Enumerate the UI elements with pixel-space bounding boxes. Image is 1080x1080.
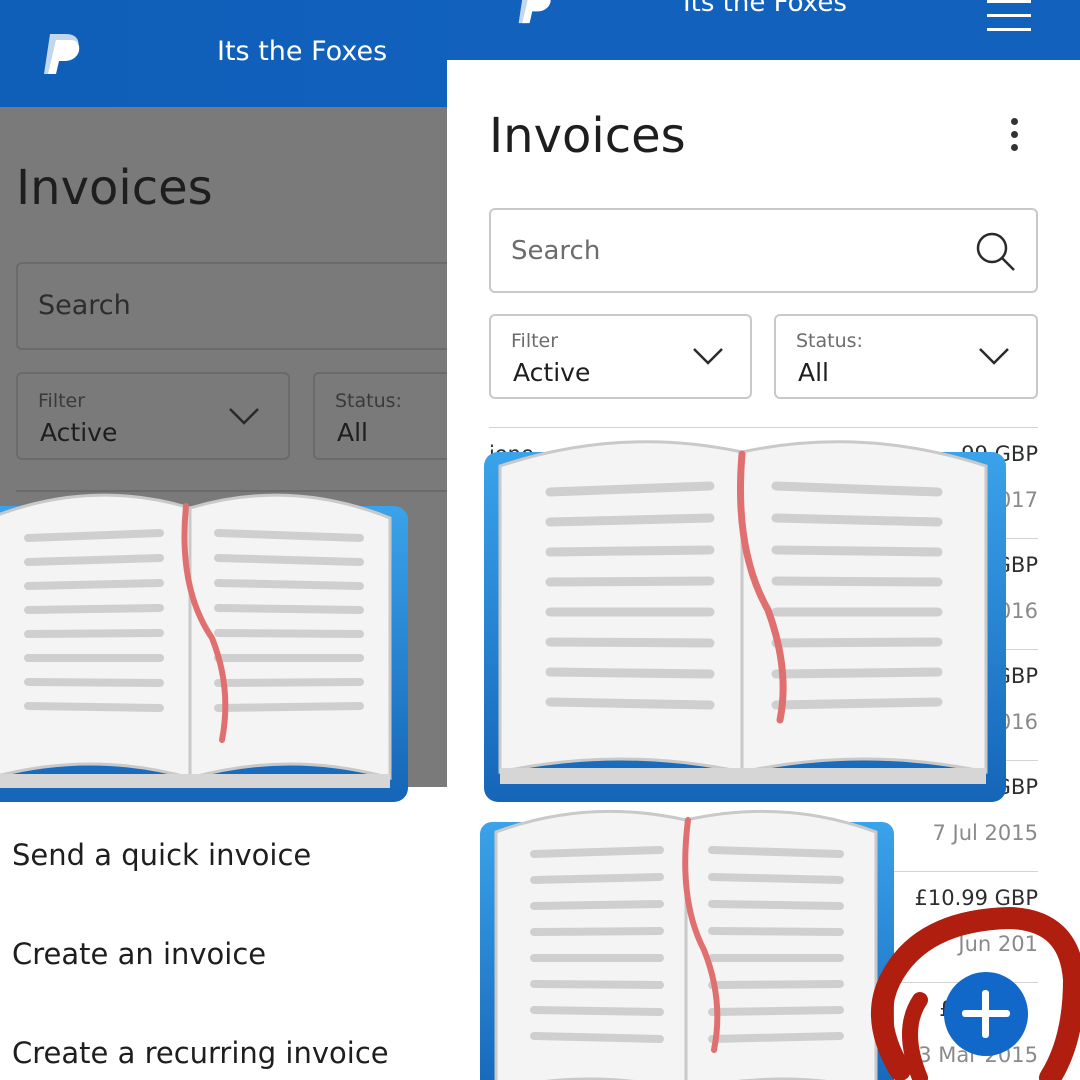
menu-item-recurring-invoice[interactable]: Create a recurring invoice [12,1036,389,1070]
search-placeholder: Search [511,236,601,266]
status-label: Status: [335,390,402,412]
app-header: Its the Foxes [0,0,447,107]
chevron-down-icon [979,348,1009,365]
filter-label: Filter [38,390,86,412]
search-icon[interactable] [974,230,1018,274]
status-label: Status: [796,330,863,352]
status-select[interactable]: Status: All [313,372,447,460]
open-book-icon [484,440,1006,802]
paypal-logo-icon[interactable] [40,30,84,78]
account-name: Its the Foxes [217,36,388,67]
filter-value: Active [513,358,591,387]
open-book-icon [480,809,894,1080]
app-header: Its the Foxes [447,0,1080,60]
page-title: Invoices [16,160,213,216]
filter-label: Filter [511,330,559,352]
paypal-logo-icon[interactable] [515,0,555,28]
status-value: All [337,418,368,447]
more-options-icon[interactable] [1004,118,1024,152]
invoice-date: 7 Jul 2015 [932,821,1039,845]
menu-item-create-invoice[interactable]: Create an invoice [12,937,266,971]
search-placeholder: Search [38,290,131,321]
search-input[interactable]: Search [16,262,447,350]
hamburger-menu-icon[interactable] [987,0,1031,32]
red-circle-scribble [871,906,1080,1080]
search-input[interactable]: Search [489,208,1038,293]
status-select[interactable]: Status: All [774,314,1038,399]
menu-item-quick-invoice[interactable]: Send a quick invoice [12,838,311,872]
account-name: Its the Foxes [683,0,847,18]
filter-select[interactable]: Filter Active [16,372,290,460]
filter-select[interactable]: Filter Active [489,314,752,399]
chevron-down-icon [693,348,723,365]
chevron-down-icon [229,408,259,425]
filter-value: Active [40,418,118,447]
page-title: Invoices [489,108,686,164]
status-value: All [798,358,829,387]
open-book-icon [0,493,408,802]
